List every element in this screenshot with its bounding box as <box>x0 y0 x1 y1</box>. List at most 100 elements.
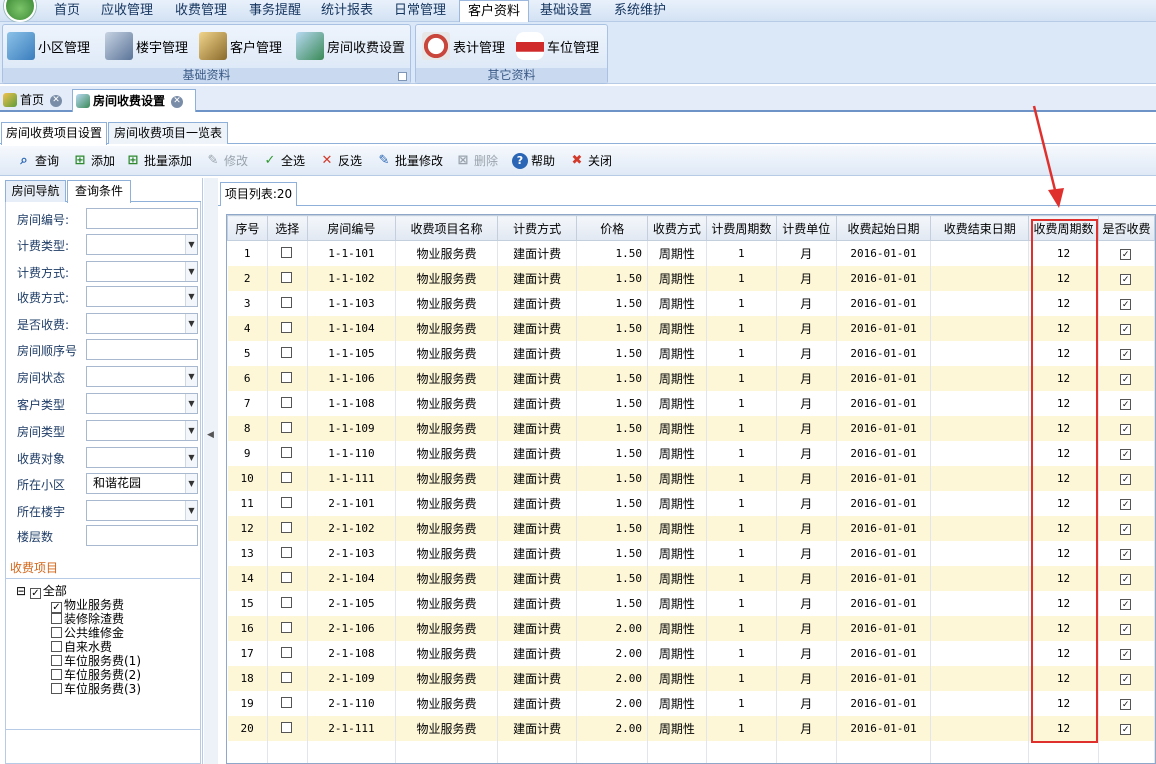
is-charged-select[interactable]: ▼ <box>86 313 198 334</box>
menu-daily[interactable]: 日常管理 <box>385 0 455 22</box>
checkbox-checked-icon[interactable]: ✓ <box>1119 549 1131 560</box>
checkbox-icon[interactable] <box>280 496 292 508</box>
checkbox-checked-icon[interactable]: ✓ <box>1119 499 1131 510</box>
table-row[interactable]: 20 2-1-111 物业服务费 建面计费 2.00 周期性 1 月 2016-01-01 12 ✓ <box>227 715 1155 741</box>
table-cell[interactable] <box>267 565 308 591</box>
room-status-select[interactable]: ▼ <box>86 366 198 387</box>
table-cell[interactable]: ✓ <box>1098 340 1155 366</box>
column-header[interactable]: 选择 <box>266 215 308 241</box>
close-button[interactable]: ✖ 关闭 <box>569 152 612 170</box>
table-row[interactable]: 13 2-1-103 物业服务费 建面计费 1.50 周期性 1 月 2016-01-01 12 ✓ <box>227 540 1155 566</box>
charge-method-select[interactable]: ▼ <box>86 286 198 307</box>
tab-item-list[interactable]: 项目列表:20 <box>220 182 297 206</box>
checkbox-icon[interactable] <box>280 621 292 633</box>
menu-home[interactable]: 首页 <box>44 0 90 22</box>
menu-basic-settings[interactable]: 基础设置 <box>531 0 601 22</box>
checkbox-icon[interactable] <box>51 669 62 680</box>
table-cell[interactable] <box>267 465 308 491</box>
tree-item[interactable]: 车位服务费(3) <box>51 683 141 696</box>
checkbox-icon[interactable] <box>280 671 292 683</box>
table-row[interactable]: 10 1-1-111 物业服务费 建面计费 1.50 周期性 1 月 2016-01-01 12 ✓ <box>227 465 1155 491</box>
menu-system[interactable]: 系统维护 <box>604 0 676 22</box>
column-header[interactable]: 房间编号 <box>306 215 397 241</box>
table-row[interactable]: 19 2-1-110 物业服务费 建面计费 2.00 周期性 1 月 2016-01-01 12 ✓ <box>227 690 1155 716</box>
table-cell[interactable]: ✓ <box>1098 365 1155 391</box>
table-row[interactable]: 11 2-1-101 物业服务费 建面计费 1.50 周期性 1 月 2016-01-01 12 ✓ <box>227 490 1155 516</box>
checkbox-checked-icon[interactable]: ✓ <box>1119 299 1131 310</box>
checkbox-icon[interactable] <box>51 683 62 694</box>
room-order-input[interactable] <box>86 339 198 360</box>
customer-type-select[interactable]: ▼ <box>86 393 198 414</box>
table-row[interactable]: 7 1-1-108 物业服务费 建面计费 1.50 周期性 1 月 2016-01-01 12 ✓ <box>227 390 1155 416</box>
close-tab-icon[interactable]: ✕ <box>50 94 63 107</box>
table-cell[interactable]: ✓ <box>1098 290 1155 316</box>
tree-item[interactable]: 车位服务费(1) <box>51 655 141 668</box>
checkbox-checked-icon[interactable]: ✓ <box>1119 524 1131 535</box>
checkbox-checked-icon[interactable]: ✓ <box>1119 699 1131 710</box>
meter-mgmt-button[interactable]: 表计管理 <box>422 28 505 64</box>
table-cell[interactable] <box>267 365 308 391</box>
dropdown-arrow-icon[interactable]: ▼ <box>185 235 197 254</box>
dropdown-arrow-icon[interactable]: ▼ <box>185 262 197 281</box>
column-header[interactable]: 计费方式 <box>496 215 578 241</box>
checkbox-icon[interactable] <box>280 346 292 358</box>
table-cell[interactable] <box>267 340 308 366</box>
checkbox-checked-icon[interactable]: ✓ <box>51 602 62 613</box>
checkbox-icon[interactable] <box>280 521 292 533</box>
checkbox-checked-icon[interactable]: ✓ <box>1119 324 1131 335</box>
table-cell[interactable]: ✓ <box>1098 515 1155 541</box>
table-cell[interactable]: ✓ <box>1098 490 1155 516</box>
batch-add-button[interactable]: ⊞ 批量添加 <box>125 152 192 170</box>
tree-item[interactable]: ✓ 物业服务费 <box>51 599 124 613</box>
checkbox-checked-icon[interactable]: ✓ <box>1119 249 1131 261</box>
tab-query-conditions[interactable]: 查询条件 <box>67 180 131 203</box>
close-tab-icon[interactable]: ✕ <box>171 95 184 108</box>
checkbox-icon[interactable] <box>280 646 292 658</box>
checkbox-checked-icon[interactable]: ✓ <box>1119 449 1131 460</box>
help-button[interactable]: ? 帮助 <box>512 152 555 170</box>
table-cell[interactable] <box>267 690 308 716</box>
checkbox-icon[interactable] <box>280 371 292 383</box>
column-header[interactable]: 计费单位 <box>775 215 837 241</box>
table-row[interactable]: 17 2-1-108 物业服务费 建面计费 2.00 周期性 1 月 2016-01-01 12 ✓ <box>227 640 1155 666</box>
dialog-launcher-icon[interactable] <box>398 72 407 81</box>
table-cell[interactable] <box>267 715 308 741</box>
table-cell[interactable] <box>267 390 308 416</box>
billing-type-select[interactable]: ▼ <box>86 234 198 255</box>
checkbox-icon[interactable] <box>280 571 292 583</box>
select-all-button[interactable]: ✓ 全选 <box>262 152 305 170</box>
menu-customer-data[interactable]: 客户资料 <box>459 0 529 23</box>
edit-button[interactable]: ✎ 修改 <box>205 152 248 170</box>
menu-reminders[interactable]: 事务提醒 <box>240 0 310 22</box>
checkbox-checked-icon[interactable]: ✓ <box>1119 624 1131 635</box>
checkbox-icon[interactable] <box>51 613 62 624</box>
checkbox-icon[interactable] <box>280 546 292 558</box>
building-mgmt-button[interactable]: 楼宇管理 <box>105 28 188 64</box>
table-cell[interactable]: ✓ <box>1098 665 1155 691</box>
community-mgmt-button[interactable]: 小区管理 <box>7 28 90 64</box>
checkbox-icon[interactable] <box>280 421 292 433</box>
column-header[interactable]: 收费项目名称 <box>395 215 498 241</box>
table-row[interactable]: 3 1-1-103 物业服务费 建面计费 1.50 周期性 1 月 2016-01-01 12 ✓ <box>227 290 1155 316</box>
table-cell[interactable] <box>267 440 308 466</box>
doc-tab-home[interactable]: 首页 ✕ <box>0 89 68 112</box>
table-cell[interactable]: ✓ <box>1098 590 1155 616</box>
table-cell[interactable]: ✓ <box>1098 690 1155 716</box>
dropdown-arrow-icon[interactable]: ▼ <box>185 501 197 520</box>
dropdown-arrow-icon[interactable]: ▼ <box>185 314 197 333</box>
room-fee-settings-button[interactable]: 房间收费设置 <box>296 28 405 64</box>
checkbox-icon[interactable] <box>280 246 292 258</box>
checkbox-icon[interactable] <box>280 596 292 608</box>
subtab-item-list[interactable]: 房间收费项目一览表 <box>108 122 228 144</box>
collapse-left-icon[interactable]: ◀ <box>207 430 214 440</box>
table-row[interactable]: 6 1-1-106 物业服务费 建面计费 1.50 周期性 1 月 2016-01-01 12 ✓ <box>227 365 1155 391</box>
tree-item[interactable]: 公共维修金 <box>51 627 124 640</box>
subtab-item-settings[interactable]: 房间收费项目设置 <box>1 122 107 145</box>
table-cell[interactable] <box>267 640 308 666</box>
column-header[interactable]: 序号 <box>227 215 268 241</box>
checkbox-checked-icon[interactable]: ✓ <box>1119 674 1131 685</box>
checkbox-icon[interactable] <box>280 396 292 408</box>
table-cell[interactable]: ✓ <box>1098 640 1155 666</box>
delete-button[interactable]: ⊠ 删除 <box>455 152 498 170</box>
checkbox-icon[interactable] <box>280 696 292 708</box>
